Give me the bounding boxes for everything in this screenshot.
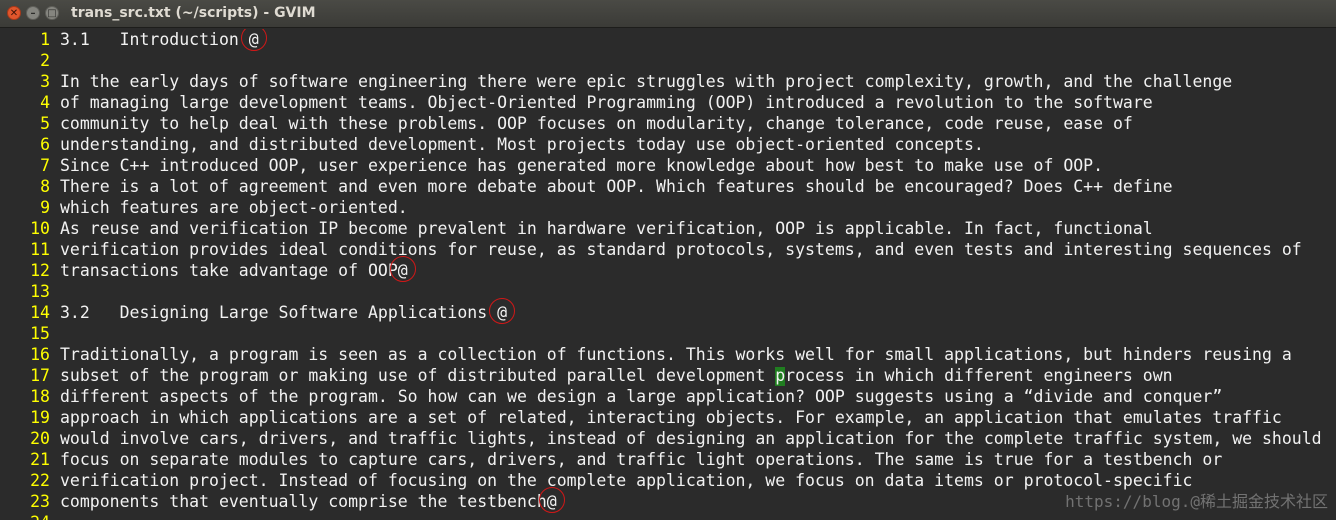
line-number: 22 (30, 471, 50, 490)
editor-line[interactable]: 13 (0, 281, 1336, 302)
annotation-circle (389, 256, 416, 282)
editor-line[interactable]: 4 of managing large development teams. Ob… (0, 92, 1336, 113)
editor-line[interactable]: 17 subset of the program or making use of… (0, 365, 1336, 386)
editor-line[interactable]: 7 Since C++ introduced OOP, user experien… (0, 155, 1336, 176)
line-text[interactable]: verification provides ideal conditions f… (60, 239, 1302, 260)
editor-line[interactable]: 10 As reuse and verification IP become pr… (0, 218, 1336, 239)
line-number: 24 (0, 512, 50, 520)
line-number: 4 (40, 93, 50, 112)
editor-line[interactable]: 24 (0, 512, 1336, 520)
line-text[interactable]: approach in which applications are a set… (60, 407, 1282, 428)
annotation-circle (240, 29, 267, 51)
line-number: 14 (30, 303, 50, 322)
line-text[interactable]: Since C++ introduced OOP, user experienc… (60, 155, 1103, 176)
line-number: 8 (40, 177, 50, 196)
editor-line[interactable]: 19 approach in which applications are a s… (0, 407, 1336, 428)
editor-line[interactable]: 1 3.1 Introduction @ (0, 29, 1336, 51)
editor-line[interactable]: 12 transactions take advantage of OOP@ (0, 256, 1336, 282)
editor-line[interactable]: 11 verification provides ideal conditions… (0, 239, 1336, 260)
line-number: 6 (40, 135, 50, 154)
line-text[interactable]: understanding, and distributed developme… (60, 134, 984, 155)
maximize-icon[interactable]: □ (45, 6, 59, 20)
line-text[interactable]: which features are object-oriented. (60, 197, 408, 218)
line-text[interactable]: 3.2 Designing Large Software Application… (60, 302, 507, 323)
editor-line[interactable]: 21 focus on separate modules to capture c… (0, 449, 1336, 470)
line-number: 9 (40, 198, 50, 217)
line-number: 12 (30, 261, 50, 280)
line-number: 16 (30, 345, 50, 364)
window-title: trans_src.txt (~/scripts) - GVIM (71, 5, 316, 21)
editor-line[interactable]: 16 Traditionally, a program is seen as a … (0, 344, 1336, 365)
line-text[interactable]: different aspects of the program. So how… (60, 386, 1222, 407)
line-text[interactable]: There is a lot of agreement and even mor… (60, 176, 1173, 197)
line-text[interactable]: Traditionally, a program is seen as a co… (60, 344, 1292, 365)
gvim-window: ✕ – □ trans_src.txt (~/scripts) - GVIM 1… (0, 0, 1336, 520)
minimize-icon[interactable]: – (26, 6, 40, 20)
line-number: 19 (30, 408, 50, 427)
editor-line[interactable]: 18 different aspects of the program. So h… (0, 386, 1336, 407)
editor-line[interactable]: 15 (0, 323, 1336, 344)
line-number: 13 (30, 282, 50, 301)
editor-line[interactable]: 9 which features are object-oriented. (0, 197, 1336, 218)
title-bar[interactable]: ✕ – □ trans_src.txt (~/scripts) - GVIM (0, 0, 1336, 28)
editor-line[interactable]: 3 In the early days of software engineeri… (0, 71, 1336, 92)
line-number: 21 (30, 450, 50, 469)
line-number: 18 (30, 387, 50, 406)
line-number: 11 (30, 240, 50, 259)
text-editor-area[interactable]: 1 3.1 Introduction @2 3 In the early days o… (0, 29, 1336, 520)
line-text[interactable]: As reuse and verification IP become prev… (60, 218, 1153, 239)
line-text[interactable]: verification project. Instead of focusin… (60, 470, 1192, 491)
editor-line[interactable]: 5 community to help deal with these probl… (0, 113, 1336, 134)
line-number: 17 (30, 366, 50, 385)
line-number: 7 (40, 156, 50, 175)
editor-line[interactable]: 6 understanding, and distributed developm… (0, 134, 1336, 155)
editor-line[interactable]: 8 There is a lot of agreement and even mo… (0, 176, 1336, 197)
line-text[interactable]: subset of the program or making use of d… (60, 365, 1173, 386)
line-number: 20 (30, 429, 50, 448)
editor-line[interactable]: 20 would involve cars, drivers, and traff… (0, 428, 1336, 449)
line-text[interactable]: In the early days of software engineerin… (60, 71, 1232, 92)
editor-line[interactable]: 2 (0, 50, 1336, 71)
line-text[interactable]: focus on separate modules to capture car… (60, 449, 1222, 470)
line-number: 5 (40, 114, 50, 133)
close-icon[interactable]: ✕ (7, 6, 21, 20)
line-number: 15 (30, 324, 50, 343)
line-number: 10 (30, 219, 50, 238)
line-text[interactable]: 3.1 Introduction @ (60, 29, 259, 50)
line-text[interactable]: transactions take advantage of OOP@ (60, 260, 408, 281)
line-number: 23 (30, 492, 50, 511)
line-number: 2 (40, 51, 50, 70)
line-text[interactable]: would involve cars, drivers, and traffic… (60, 428, 1322, 449)
editor-line[interactable]: 14 3.2 Designing Large Software Applicati… (0, 298, 1336, 324)
watermark: https://blog.@稀土掘金技术社区 (1065, 492, 1328, 511)
annotation-circle (538, 487, 565, 513)
line-number: 3 (40, 72, 50, 91)
line-text[interactable]: of managing large development teams. Obj… (60, 92, 1153, 113)
line-text[interactable]: components that eventually comprise the … (60, 491, 557, 512)
line-number: 1 (40, 30, 50, 49)
line-text[interactable]: community to help deal with these proble… (60, 113, 1133, 134)
annotation-circle (489, 298, 516, 324)
